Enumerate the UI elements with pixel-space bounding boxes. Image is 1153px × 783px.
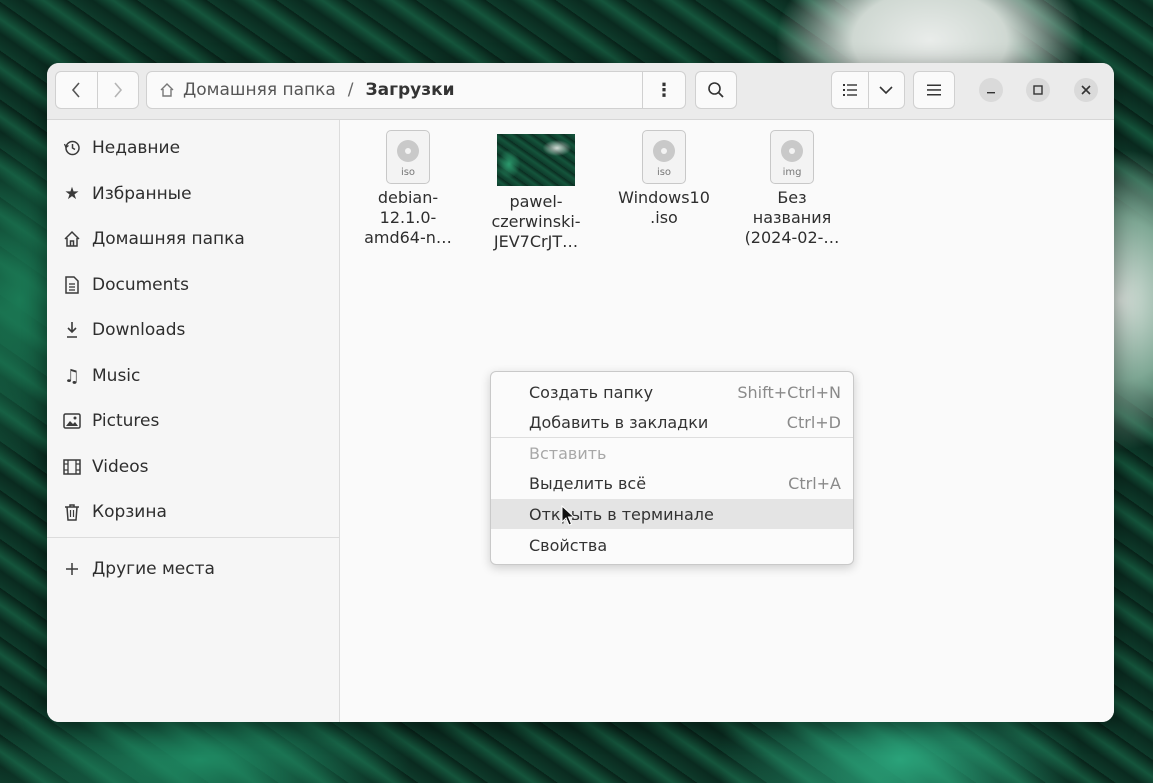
music-icon: ♫ [63,365,81,387]
sidebar-item-home[interactable]: Домашняя папка [47,219,339,259]
sidebar-item-label: Pictures [92,411,160,431]
sidebar-item-label: Корзина [92,502,167,522]
menu-item-shortcut: Shift+Ctrl+N [737,382,841,402]
sidebar-item-label: Music [92,366,141,386]
menu-item-label: Выделить всё [529,473,647,493]
menu-item-select-all[interactable]: Выделить всё Ctrl+A [491,468,853,498]
close-button[interactable] [1074,78,1098,102]
close-icon [1081,85,1091,95]
menu-item-new-folder[interactable]: Создать папку Shift+Ctrl+N [491,377,853,407]
menu-item-shortcut: Ctrl+A [788,473,841,493]
search-button[interactable] [695,71,737,109]
forward-button[interactable] [96,72,139,108]
menu-item-paste[interactable]: Вставить [491,438,853,468]
back-button[interactable] [56,72,97,108]
menu-item-add-bookmark[interactable]: Добавить в закладки Ctrl+D [491,407,853,437]
sidebar-item-videos[interactable]: Videos [47,447,339,487]
sidebar-item-label: Избранные [92,184,192,204]
list-view-button[interactable] [832,72,868,108]
file-name-line: .iso [650,208,678,227]
sidebar-item-label: Downloads [92,320,186,340]
context-menu: Создать папку Shift+Ctrl+N Добавить в за… [490,371,854,565]
chevron-left-icon [72,82,80,98]
picture-icon [62,411,82,431]
sidebar-item-label: Другие места [92,559,215,579]
image-thumbnail [497,134,575,186]
file-item[interactable]: iso debian- 12.1.0- amd64-n… [358,130,458,248]
header-bar: Домашняя папка / Загрузки ⋮ [47,63,1114,120]
sidebar-item-downloads[interactable]: Downloads [47,310,339,350]
path-current[interactable]: Загрузки [366,80,455,100]
menu-item-label: Свойства [529,535,608,555]
path-menu-button[interactable]: ⋮ [642,72,685,108]
sidebar-divider [47,537,339,538]
sidebar: Недавние ★ Избранные Домашняя папка Docu… [47,120,340,722]
sidebar-item-documents[interactable]: Documents [47,265,339,305]
vertical-dots-icon: ⋮ [655,79,673,101]
maximize-button[interactable] [1026,78,1050,102]
trash-icon [62,502,82,522]
sidebar-item-label: Домашняя папка [92,229,245,249]
path-root[interactable]: Домашняя папка [183,80,336,100]
download-icon [62,320,82,340]
sidebar-item-pictures[interactable]: Pictures [47,401,339,441]
file-item[interactable]: img Без названия (2024-02-… [742,130,842,248]
file-name-line: Windows10 [618,188,710,207]
document-icon [62,275,82,295]
clock-icon [62,138,82,158]
menu-item-label: Создать папку [529,382,654,402]
menu-item-open-terminal[interactable]: Открыть в терминале [491,499,853,529]
minimize-button[interactable] [979,78,1003,102]
sidebar-item-label: Documents [92,275,189,295]
iso-file-icon: iso [386,130,430,184]
path-bar: Домашняя папка / Загрузки ⋮ [146,71,686,109]
home-icon[interactable] [159,82,175,98]
menu-item-shortcut: Ctrl+D [786,412,841,432]
file-name-line: 12.1.0- [379,208,437,227]
film-icon [62,457,82,477]
img-file-icon: img [770,130,814,184]
menu-item-label: Вставить [529,443,607,463]
home-icon [62,229,82,249]
file-name-line: названия [752,208,832,227]
file-name-line: JEV7CrJT… [493,232,579,251]
main-menu-button[interactable] [913,71,955,109]
mouse-cursor-icon [561,505,575,526]
navigation-buttons [55,71,139,109]
file-item[interactable]: iso Windows10 .iso [614,130,714,228]
sidebar-item-starred[interactable]: ★ Избранные [47,174,339,214]
chevron-right-icon [114,82,122,98]
path-separator: / [347,80,354,100]
search-icon [708,82,724,98]
view-options-button[interactable] [867,72,905,108]
sidebar-item-music[interactable]: ♫ Music [47,356,339,396]
hamburger-icon [927,84,941,96]
sidebar-item-label: Недавние [92,138,181,158]
file-name-line: pawel- [509,192,563,211]
file-name-line: czerwinski- [491,212,581,231]
sidebar-item-trash[interactable]: Корзина [47,492,339,532]
view-buttons [831,71,905,109]
menu-item-label: Открыть в терминале [529,504,714,524]
menu-item-label: Добавить в закладки [529,412,709,432]
file-name-line: amd64-n… [364,228,452,247]
list-view-icon [842,84,857,96]
chevron-down-icon [879,86,893,95]
file-name-line: debian- [377,188,439,207]
file-item[interactable]: pawel- czerwinski- JEV7CrJT… [486,130,586,252]
minimize-icon [987,92,995,94]
iso-file-icon: iso [642,130,686,184]
file-name-line: (2024-02-… [744,228,840,247]
sidebar-item-recent[interactable]: Недавние [47,128,339,168]
menu-item-properties[interactable]: Свойства [491,530,853,560]
star-icon: ★ [64,184,80,204]
sidebar-item-other-locations[interactable]: Другие места [47,549,339,589]
sidebar-item-label: Videos [92,457,149,477]
maximize-icon [1033,85,1043,95]
plus-icon [62,559,82,579]
file-name-line: Без [777,188,807,207]
